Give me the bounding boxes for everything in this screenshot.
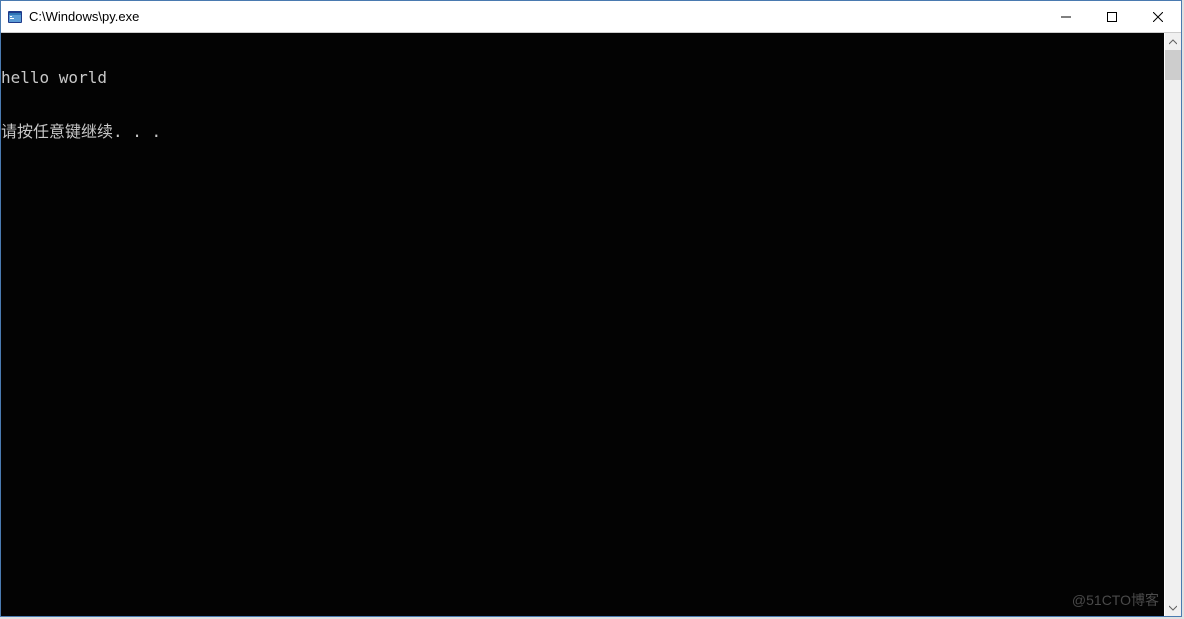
scroll-thumb[interactable] bbox=[1165, 50, 1181, 80]
minimize-icon bbox=[1061, 12, 1071, 22]
window-title: C:\Windows\py.exe bbox=[29, 9, 1043, 24]
maximize-button[interactable] bbox=[1089, 1, 1135, 32]
maximize-icon bbox=[1107, 12, 1117, 22]
close-button[interactable] bbox=[1135, 1, 1181, 32]
chevron-up-icon bbox=[1169, 38, 1177, 46]
window-controls bbox=[1043, 1, 1181, 32]
close-icon bbox=[1153, 12, 1163, 22]
minimize-button[interactable] bbox=[1043, 1, 1089, 32]
scroll-track[interactable] bbox=[1165, 50, 1181, 599]
chevron-down-icon bbox=[1169, 604, 1177, 612]
vertical-scrollbar[interactable] bbox=[1164, 33, 1181, 616]
console-line: hello world bbox=[1, 69, 1164, 87]
scroll-up-button[interactable] bbox=[1165, 33, 1181, 50]
scroll-down-button[interactable] bbox=[1165, 599, 1181, 616]
console-output[interactable]: hello world 请按任意键继续. . . bbox=[1, 33, 1164, 616]
console-area: hello world 请按任意键继续. . . @51CTO博客 bbox=[1, 32, 1181, 616]
title-bar[interactable]: C:\Windows\py.exe bbox=[1, 1, 1181, 32]
console-line: 请按任意键继续. . . bbox=[1, 123, 1164, 141]
app-icon bbox=[7, 9, 23, 25]
application-window: C:\Windows\py.exe hello world bbox=[0, 0, 1182, 617]
